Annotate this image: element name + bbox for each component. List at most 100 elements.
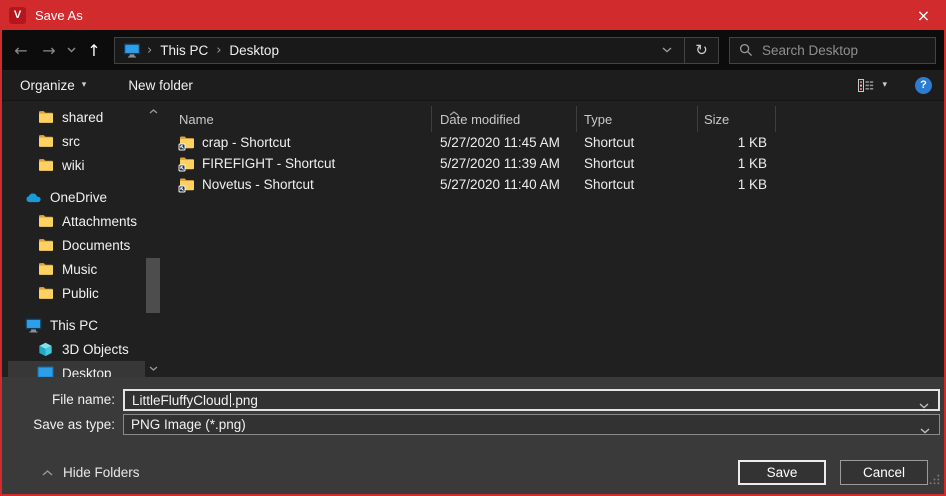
organize-button[interactable]: Organize ▾ bbox=[20, 78, 86, 93]
sidebar-item-label: Attachments bbox=[62, 214, 137, 229]
refresh-icon: ↻ bbox=[695, 41, 708, 59]
sidebar-item-this-pc[interactable]: This PC bbox=[2, 313, 145, 337]
breadcrumb-desktop[interactable]: Desktop bbox=[221, 43, 287, 58]
save-button[interactable]: Save bbox=[738, 460, 826, 485]
text-caret bbox=[230, 393, 231, 407]
sidebar-item-onedrive[interactable]: OneDrive bbox=[2, 185, 145, 209]
change-view-button[interactable]: ▾ bbox=[858, 79, 887, 92]
sidebar-item-3d-objects[interactable]: 3D Objects bbox=[2, 337, 145, 361]
file-name-value-before-caret: LittleFluffyCloud bbox=[132, 393, 229, 408]
file-name-label: File name: bbox=[2, 389, 115, 411]
sidebar-scrollbar[interactable] bbox=[145, 102, 161, 377]
file-name-text: FIREFIGHT - Shortcut bbox=[202, 156, 335, 171]
organize-label: Organize bbox=[20, 78, 75, 93]
column-header-size[interactable]: Size bbox=[698, 106, 776, 132]
size-cell: 1 KB bbox=[698, 135, 776, 150]
type-cell: Shortcut bbox=[577, 135, 698, 150]
sidebar-item-src[interactable]: src bbox=[2, 129, 145, 153]
sidebar-item-label: Documents bbox=[62, 238, 130, 253]
search-box[interactable] bbox=[729, 37, 936, 64]
sidebar-item-wiki[interactable]: wiki bbox=[2, 153, 145, 177]
close-button[interactable]: × bbox=[901, 0, 946, 30]
sort-ascending-icon bbox=[449, 103, 459, 121]
column-header-name[interactable]: Name bbox=[161, 106, 432, 132]
help-icon: ? bbox=[920, 79, 927, 91]
chevron-down-icon[interactable] bbox=[919, 397, 929, 412]
cancel-button-label: Cancel bbox=[863, 465, 905, 480]
search-icon bbox=[739, 43, 753, 57]
sidebar-item-label: shared bbox=[62, 110, 103, 125]
file-row[interactable]: crap - Shortcut 5/27/2020 11:45 AM Short… bbox=[161, 132, 944, 153]
titlebar[interactable]: V Save As × bbox=[0, 0, 946, 30]
column-header-type[interactable]: Type bbox=[577, 106, 698, 132]
sidebar-item-attachments[interactable]: Attachments bbox=[2, 209, 145, 233]
address-bar[interactable]: › This PC › Desktop ↻ bbox=[114, 37, 719, 64]
sidebar-item-music[interactable]: Music bbox=[2, 257, 145, 281]
file-row[interactable]: FIREFIGHT - Shortcut 5/27/2020 11:39 AM … bbox=[161, 153, 944, 174]
file-name-cell: crap - Shortcut bbox=[161, 135, 432, 151]
sidebar-item-shared[interactable]: shared bbox=[2, 105, 145, 129]
save-as-type-label: Save as type: bbox=[2, 414, 115, 435]
folder-icon bbox=[37, 238, 54, 252]
app-icon-letter: V bbox=[14, 9, 21, 21]
sidebar-item-label: 3D Objects bbox=[62, 342, 129, 357]
resize-grip[interactable] bbox=[929, 472, 940, 490]
scroll-down-icon[interactable] bbox=[145, 361, 161, 375]
dropdown-triangle-icon: ▾ bbox=[82, 80, 87, 90]
search-input[interactable] bbox=[762, 43, 926, 58]
help-button[interactable]: ? bbox=[915, 77, 932, 94]
file-name-input[interactable]: LittleFluffyCloud .png bbox=[123, 389, 940, 411]
sidebar-group-gap bbox=[2, 305, 145, 313]
up-one-level-button[interactable]: ↑ bbox=[80, 41, 108, 60]
file-name-text: Novetus - Shortcut bbox=[202, 177, 314, 192]
shortcut-folder-icon bbox=[178, 177, 195, 193]
command-toolbar: Organize ▾ New folder ▾ ? bbox=[0, 70, 946, 101]
navigation-bar: ← → ↑ › This PC › Desktop bbox=[0, 30, 946, 70]
shortcut-folder-icon bbox=[178, 135, 195, 151]
sidebar-item-label: wiki bbox=[62, 158, 85, 173]
sidebar-item-label: Public bbox=[62, 286, 99, 301]
recent-locations-button[interactable] bbox=[62, 47, 80, 53]
chevron-down-icon bbox=[920, 422, 930, 437]
content-area: shared src wiki OneDrive Attachments D bbox=[2, 102, 944, 377]
scrollbar-thumb[interactable] bbox=[146, 258, 160, 313]
sidebar-item-documents[interactable]: Documents bbox=[2, 233, 145, 257]
column-header-row: Name Date modified Type Size bbox=[161, 102, 944, 132]
navigation-pane: shared src wiki OneDrive Attachments D bbox=[2, 102, 145, 377]
previous-locations-button[interactable] bbox=[650, 38, 684, 63]
file-name-value-after-caret: .png bbox=[232, 393, 258, 408]
file-name-text: crap - Shortcut bbox=[202, 135, 291, 150]
folder-icon bbox=[37, 158, 54, 172]
breadcrumb-this-pc[interactable]: This PC bbox=[152, 43, 216, 58]
back-icon: ← bbox=[14, 41, 27, 60]
onedrive-cloud-icon bbox=[25, 192, 42, 203]
date-modified-cell: 5/27/2020 11:45 AM bbox=[432, 135, 577, 150]
cancel-button[interactable]: Cancel bbox=[840, 460, 928, 485]
chevron-down-icon bbox=[67, 47, 76, 53]
vivaldi-app-icon: V bbox=[9, 7, 26, 24]
chevron-down-icon bbox=[662, 47, 672, 53]
sidebar-item-public[interactable]: Public bbox=[2, 281, 145, 305]
file-name-cell: FIREFIGHT - Shortcut bbox=[161, 156, 432, 172]
forward-button[interactable]: → bbox=[36, 41, 62, 60]
new-folder-label: New folder bbox=[128, 78, 193, 93]
sidebar-item-label: OneDrive bbox=[50, 190, 107, 205]
refresh-button[interactable]: ↻ bbox=[684, 38, 718, 63]
sidebar-item-label: Music bbox=[62, 262, 97, 277]
save-button-label: Save bbox=[767, 465, 798, 480]
file-row[interactable]: Novetus - Shortcut 5/27/2020 11:40 AM Sh… bbox=[161, 174, 944, 195]
file-name-cell: Novetus - Shortcut bbox=[161, 177, 432, 193]
back-button[interactable]: ← bbox=[6, 41, 36, 60]
scroll-up-icon[interactable] bbox=[145, 104, 161, 118]
details-view-icon bbox=[858, 79, 874, 92]
desktop-location-icon bbox=[123, 43, 141, 58]
hide-folders-button[interactable]: Hide Folders bbox=[42, 465, 140, 480]
save-as-type-value: PNG Image (*.png) bbox=[131, 417, 246, 432]
size-cell: 1 KB bbox=[698, 177, 776, 192]
forward-icon: → bbox=[42, 41, 55, 60]
date-modified-cell: 5/27/2020 11:39 AM bbox=[432, 156, 577, 171]
folder-icon bbox=[37, 286, 54, 300]
new-folder-button[interactable]: New folder bbox=[128, 78, 193, 93]
save-as-type-select[interactable]: PNG Image (*.png) bbox=[123, 414, 940, 435]
hide-folders-label: Hide Folders bbox=[63, 465, 140, 480]
